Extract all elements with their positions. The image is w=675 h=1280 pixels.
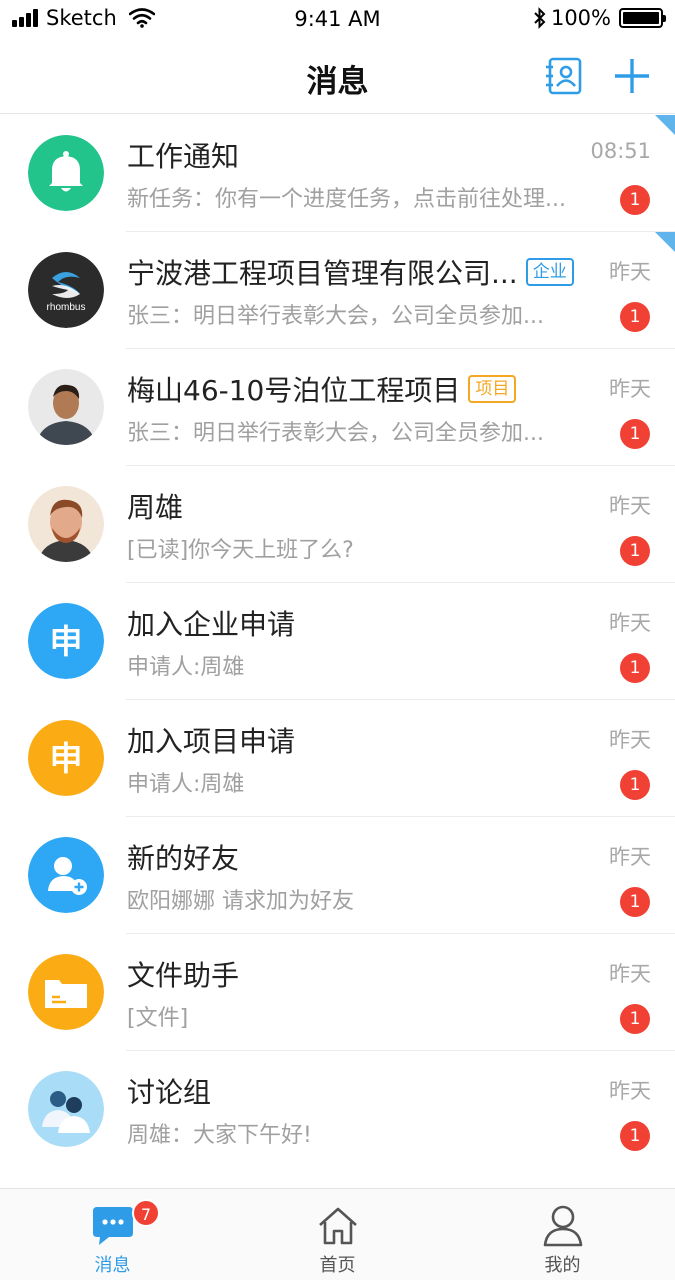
list-item[interactable]: 文件助手 [文件] 昨天 1 [0,934,675,1051]
unread-badge: 1 [620,653,650,683]
status-bar: Sketch 9:41 AM 100% [0,0,675,40]
message-title: 工作通知 [127,140,240,173]
chat-icon [89,1203,137,1247]
message-title: 讨论组 [127,1076,212,1109]
pinned-marker [655,115,675,135]
battery-percent: 100% [550,6,611,30]
message-time: 昨天 [609,377,651,401]
title-row: 工作通知 [127,135,585,175]
rhombus-logo: rhombus [28,252,104,328]
message-title: 周雄 [127,491,184,524]
list-item[interactable]: 讨论组 周雄：大家下午好! 昨天 1 [0,1051,675,1168]
svg-text:申: 申 [50,739,83,778]
tab-badge: 7 [132,1199,160,1227]
bluetooth-icon [534,7,546,29]
title-row: 讨论组 [127,1071,585,1111]
unread-badge: 1 [620,887,650,917]
message-title: 加入项目申请 [127,725,296,758]
home-icon [314,1203,362,1247]
unread-badge: 1 [620,302,650,332]
title-row: 宁波港工程项目管理有限公司... 企业 [127,252,585,292]
unread-badge: 1 [620,419,650,449]
title-row: 梅山46-10号泊位工程项目 项目 [127,369,585,409]
title-row: 文件助手 [127,954,585,994]
folder-icon [28,954,104,1030]
list-item[interactable]: 申 加入项目申请 申请人:周雄 昨天 1 [0,700,675,817]
message-preview: 张三：明日举行表彰大会，公司全员参加... [127,421,544,446]
message-tag: 项目 [468,375,517,403]
message-time: 昨天 [609,1079,651,1103]
group-icon [28,1071,104,1147]
add-friend-icon [28,837,104,913]
message-time: 08:51 [590,139,651,163]
message-preview: 申请人:周雄 [127,655,245,680]
message-tag: 企业 [525,258,574,286]
list-item[interactable]: 申 加入企业申请 申请人:周雄 昨天 1 [0,583,675,700]
message-title: 文件助手 [127,959,240,992]
tab-label: 首页 [319,1255,356,1276]
message-preview: [文件] [127,1006,189,1031]
nav-bar: 消息 [0,40,675,114]
tab-label: 我的 [544,1255,581,1276]
bell-icon [28,135,104,211]
unread-badge: 1 [620,1004,650,1034]
title-row: 周雄 [127,486,585,526]
unread-badge: 1 [620,770,650,800]
message-preview: 新任务：你有一个进度任务，点击前往处理... [127,187,566,212]
avatar [28,486,104,562]
add-icon[interactable] [612,56,652,96]
message-title: 宁波港工程项目管理有限公司... [127,257,518,290]
list-item[interactable]: 工作通知 新任务：你有一个进度任务，点击前往处理... 08:51 1 [0,115,675,232]
tab-home[interactable]: 首页 [225,1189,450,1280]
message-time: 昨天 [609,260,651,284]
list-item[interactable]: rhombus 宁波港工程项目管理有限公司... 企业 张三：明日举行表彰大会，… [0,232,675,349]
message-list: 工作通知 新任务：你有一个进度任务，点击前往处理... 08:51 1 rhom… [0,115,675,1168]
message-time: 昨天 [609,494,651,518]
unread-badge: 1 [620,1121,650,1151]
title-row: 加入企业申请 [127,603,585,643]
message-title: 加入企业申请 [127,608,296,641]
apply-icon: 申 [28,603,104,679]
message-time: 昨天 [609,611,651,635]
message-preview: 张三：明日举行表彰大会，公司全员参加... [127,304,544,329]
svg-text:申: 申 [50,622,83,661]
apply-icon: 申 [28,720,104,796]
message-time: 昨天 [609,728,651,752]
tab-mine[interactable]: 我的 [450,1189,675,1280]
battery-icon [619,8,666,28]
message-preview: 申请人:周雄 [127,772,245,797]
message-preview: [已读]你今天上班了么? [127,538,354,563]
tab-bar: 消息 7 首页 我的 [0,1188,675,1280]
tab-label: 消息 [94,1255,131,1276]
status-right: 100% [533,6,666,30]
message-time: 昨天 [609,845,651,869]
title-row: 加入项目申请 [127,720,585,760]
unread-badge: 1 [620,185,650,215]
tab-messages[interactable]: 消息 7 [0,1189,225,1280]
list-item[interactable]: 周雄 [已读]你今天上班了么? 昨天 1 [0,466,675,583]
list-item[interactable]: 新的好友 欧阳娜娜 请求加为好友 昨天 1 [0,817,675,934]
title-row: 新的好友 [127,837,585,877]
message-title: 新的好友 [127,842,240,875]
message-title: 梅山46-10号泊位工程项目 [127,374,461,407]
contacts-icon[interactable] [544,56,584,96]
unread-badge: 1 [620,536,650,566]
svg-text:rhombus: rhombus [47,302,86,313]
pinned-marker [655,232,675,252]
message-time: 昨天 [609,962,651,986]
message-preview: 周雄：大家下午好! [127,1123,312,1148]
message-preview: 欧阳娜娜 请求加为好友 [127,889,354,914]
avatar [28,369,104,445]
person-icon [539,1203,587,1247]
list-item[interactable]: 梅山46-10号泊位工程项目 项目 张三：明日举行表彰大会，公司全员参加... … [0,349,675,466]
